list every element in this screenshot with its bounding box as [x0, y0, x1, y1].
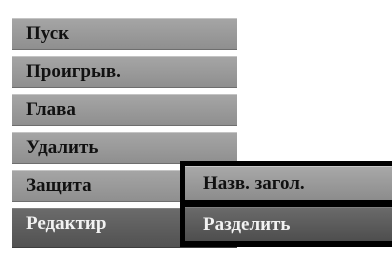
submenu-item-label: Разделить	[203, 214, 291, 235]
menu-item-label: Проигрыв.	[26, 61, 121, 82]
submenu-item-label: Назв. загол.	[203, 173, 305, 194]
menu-item-label: Удалить	[26, 137, 99, 158]
menu-item-label: Редактир	[26, 213, 107, 234]
menu-item-start[interactable]: Пуск	[12, 18, 237, 50]
submenu-item-split[interactable]: Разделить	[185, 207, 392, 241]
edit-submenu: Назв. загол. Разделить	[180, 161, 392, 247]
menu-item-delete[interactable]: Удалить	[12, 132, 237, 164]
menu-item-label: Пуск	[26, 23, 70, 44]
menu-item-chapter[interactable]: Глава	[12, 94, 237, 126]
menu-item-label: Защита	[26, 175, 92, 196]
submenu-item-title-name[interactable]: Назв. загол.	[185, 166, 392, 200]
menu-item-label: Глава	[26, 99, 76, 120]
menu-item-play[interactable]: Проигрыв.	[12, 56, 237, 88]
